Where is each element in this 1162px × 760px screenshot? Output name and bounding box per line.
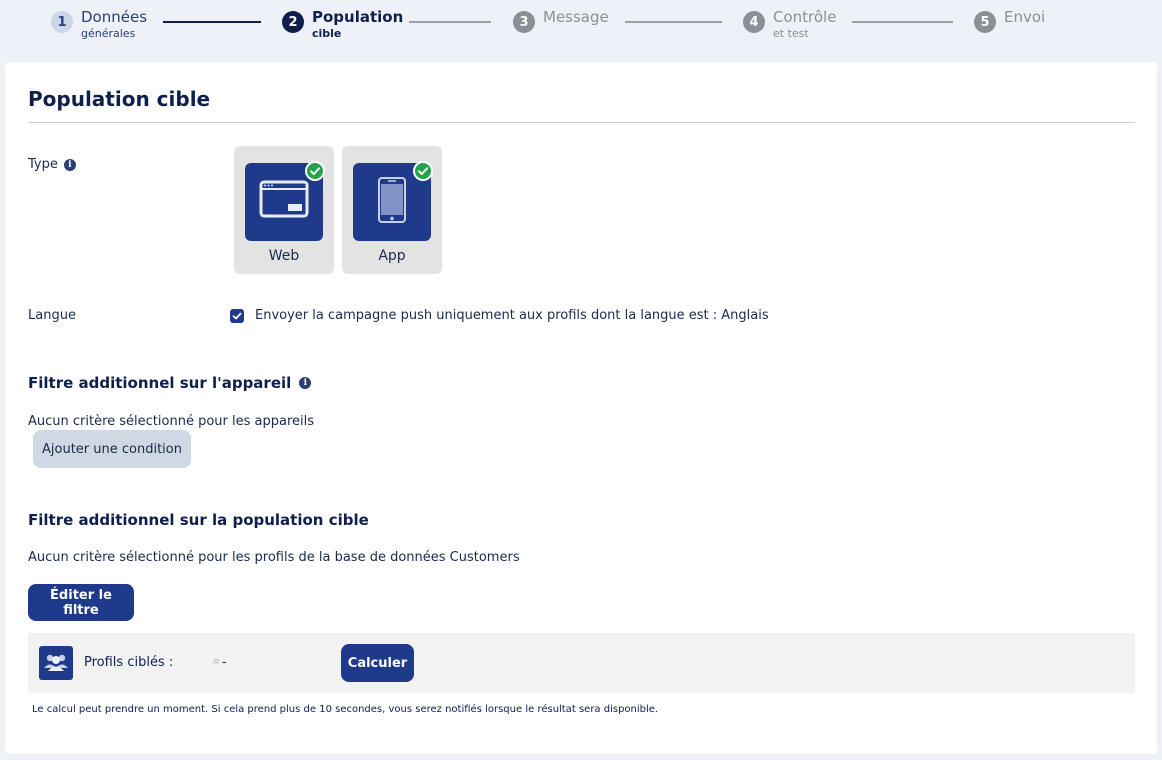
population-filter-title: Filtre additionnel sur la population cib… xyxy=(28,511,369,529)
step-connector xyxy=(163,21,261,23)
add-condition-button[interactable]: Ajouter une condition xyxy=(33,430,191,468)
step-population-cible[interactable]: 2 Population cible xyxy=(282,10,403,39)
type-option-label: App xyxy=(378,248,406,264)
hash-symbol: # xyxy=(212,657,221,668)
step-sublabel: cible xyxy=(312,27,342,40)
targeted-profiles-label: Profils ciblés : xyxy=(84,655,174,670)
step-connector xyxy=(852,21,953,23)
population-card: Population cible Type i Web App Langue E… xyxy=(5,62,1157,754)
calculate-button[interactable]: Calculer xyxy=(341,644,414,682)
language-checkbox-text: Envoyer la campagne push uniquement aux … xyxy=(255,308,769,323)
step-label: Message xyxy=(543,8,609,26)
step-sublabel: et test xyxy=(773,27,809,40)
smartphone-icon xyxy=(353,161,433,241)
language-checkbox[interactable] xyxy=(230,308,244,323)
type-option-label: Web xyxy=(268,248,300,264)
info-icon[interactable]: i xyxy=(63,158,76,171)
targeted-profiles-panel: Profils ciblés : # - Calculer xyxy=(28,633,1135,693)
step-connector xyxy=(409,21,491,23)
type-label: Type xyxy=(28,157,58,172)
device-filter-title: Filtre additionnel sur l'appareil xyxy=(28,374,292,392)
step-envoi[interactable]: 5 Envoi xyxy=(974,10,1045,33)
step-label: Données xyxy=(81,8,148,26)
edit-filter-button[interactable]: Éditer le filtre xyxy=(28,584,134,621)
page-title: Population cible xyxy=(28,87,211,111)
type-row-label: Type i xyxy=(28,157,76,172)
title-divider xyxy=(28,122,1135,123)
check-icon xyxy=(413,161,433,181)
step-number: 3 xyxy=(513,11,535,33)
calculation-note: Le calcul peut prendre un moment. Si cel… xyxy=(32,704,659,715)
step-donnees-generales[interactable]: 1 Données générales xyxy=(51,10,147,39)
step-number: 2 xyxy=(282,11,304,33)
info-icon[interactable]: i xyxy=(299,377,312,389)
campaign-stepper: 1 Données générales 2 Population cible 3… xyxy=(0,0,1162,58)
step-connector xyxy=(625,21,722,23)
targeted-profiles-value: - xyxy=(222,655,227,670)
language-checkbox-row: Envoyer la campagne push uniquement aux … xyxy=(230,308,769,323)
check-icon xyxy=(305,161,325,181)
browser-window-icon xyxy=(245,161,325,241)
step-sublabel: générales xyxy=(81,27,136,40)
step-label: Contrôle xyxy=(773,8,837,26)
users-icon xyxy=(39,646,73,680)
step-number: 4 xyxy=(743,11,765,33)
device-filter-heading: Filtre additionnel sur l'appareil i xyxy=(28,374,312,392)
step-number: 5 xyxy=(974,11,996,33)
step-label: Envoi xyxy=(1004,8,1046,26)
step-label: Population xyxy=(312,8,404,26)
checkmark-icon xyxy=(232,312,242,319)
step-number: 1 xyxy=(51,11,73,33)
language-label: Langue xyxy=(28,308,76,323)
population-filter-empty-text: Aucun critère sélectionné pour les profi… xyxy=(28,550,520,565)
type-option-web[interactable]: Web xyxy=(234,146,334,274)
step-message[interactable]: 3 Message xyxy=(513,10,609,33)
device-filter-empty-text: Aucun critère sélectionné pour les appar… xyxy=(28,414,315,429)
type-option-app[interactable]: App xyxy=(342,146,442,274)
step-controle-et-test[interactable]: 4 Contrôle et test xyxy=(743,10,836,39)
